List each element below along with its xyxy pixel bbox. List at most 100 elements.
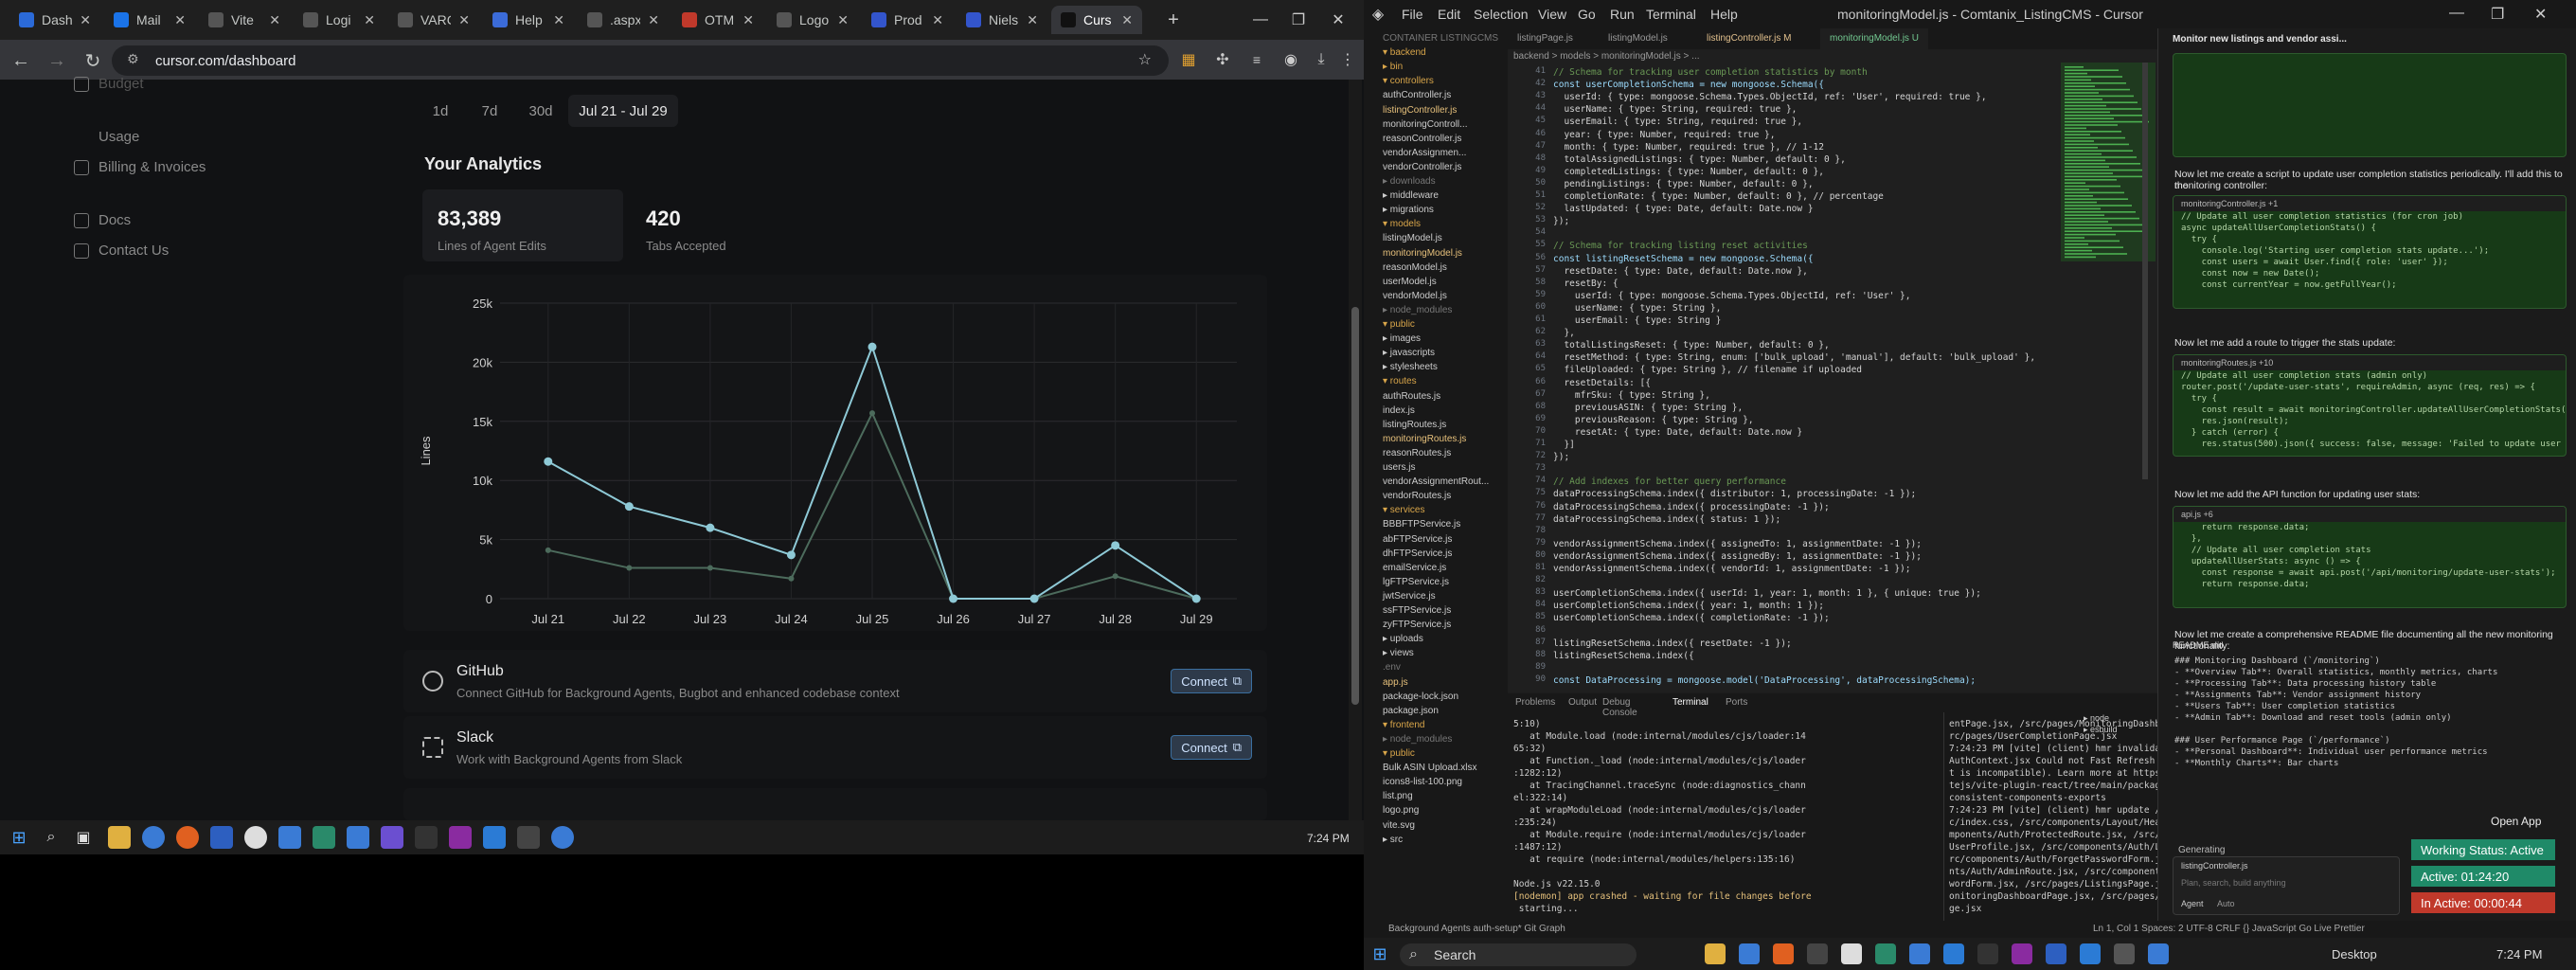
explorer-item[interactable]: ▸ javascripts bbox=[1383, 347, 1435, 360]
data-point[interactable] bbox=[868, 342, 877, 351]
explorer-item[interactable]: Bulk ASIN Upload.xlsx bbox=[1383, 762, 1477, 775]
page-scrollbar[interactable] bbox=[1349, 80, 1362, 843]
code-line[interactable]: dataProcessingSchema.index({ distributor… bbox=[1553, 488, 1916, 500]
chrome-menu-icon[interactable]: ⋮ bbox=[1339, 49, 1356, 70]
sidebar-item-usage[interactable]: Usage bbox=[74, 129, 139, 145]
media-icon[interactable]: ≡ bbox=[1246, 49, 1267, 70]
edge-icon[interactable] bbox=[278, 826, 301, 849]
explorer-item[interactable]: ▸ src bbox=[1383, 834, 1403, 847]
code-line[interactable]: dataProcessingSchema.index({ processingD… bbox=[1553, 501, 1830, 513]
teams-icon[interactable] bbox=[1943, 943, 1964, 964]
code-line[interactable]: userName: { type: String }, bbox=[1553, 302, 1721, 314]
maximize-icon[interactable]: ❐ bbox=[1284, 8, 1313, 32]
explorer-item[interactable]: dhFTPService.js bbox=[1383, 548, 1452, 561]
data-point[interactable] bbox=[626, 565, 633, 571]
code-line[interactable]: resetBy: { bbox=[1553, 278, 1618, 290]
vscode-icon[interactable] bbox=[2080, 943, 2101, 964]
explorer-item[interactable]: vite.svg bbox=[1383, 819, 1415, 833]
close-tab-icon[interactable]: ✕ bbox=[80, 12, 91, 28]
close-window-icon[interactable]: ✕ bbox=[2534, 5, 2547, 24]
explorer-item[interactable]: index.js bbox=[1383, 404, 1415, 418]
menu-view[interactable]: View bbox=[1538, 7, 1566, 22]
menu-run[interactable]: Run bbox=[1610, 7, 1635, 22]
browser-tab[interactable]: Logi ✕ bbox=[294, 6, 385, 34]
explorer-item[interactable]: ▾ services bbox=[1383, 504, 1424, 517]
firefox-icon[interactable] bbox=[176, 826, 199, 849]
explorer-item[interactable]: ▾ public bbox=[1383, 747, 1415, 761]
code-line[interactable]: userCompletionSchema.index({ completionR… bbox=[1553, 612, 1830, 624]
code-line[interactable]: resetDate: { type: Date, default: Date.n… bbox=[1553, 265, 1807, 278]
chrome-icon[interactable] bbox=[551, 826, 574, 849]
close-tab-icon[interactable]: ✕ bbox=[742, 12, 754, 28]
code-line[interactable]: userId: { type: mongoose.Schema.Types.Ob… bbox=[1553, 290, 1911, 302]
windows-start-icon[interactable]: ⊞ bbox=[1369, 943, 1390, 964]
code-line[interactable]: pendingListings: { type: Number, default… bbox=[1553, 178, 1813, 190]
browser-tab[interactable]: Curs ✕ bbox=[1051, 6, 1142, 34]
data-point[interactable] bbox=[786, 550, 796, 560]
data-point[interactable] bbox=[706, 523, 715, 532]
explorer-item[interactable]: ▾ frontend bbox=[1383, 719, 1425, 732]
vscode-icon[interactable] bbox=[483, 826, 506, 849]
panel-tab[interactable]: Ports bbox=[1726, 697, 1747, 708]
sidebar-item-budget[interactable]: Budget bbox=[74, 76, 144, 92]
extension-icon[interactable]: ▦ bbox=[1178, 49, 1199, 70]
explorer-item[interactable]: ▸ uploads bbox=[1383, 633, 1423, 646]
explorer-item[interactable]: monitoringRoutes.js bbox=[1383, 433, 1466, 446]
code-line[interactable]: resetAt: { type: Date, default: Date.now… bbox=[1553, 426, 1802, 439]
explorer-item[interactable]: .env bbox=[1383, 661, 1401, 674]
browser-tab[interactable]: Niels ✕ bbox=[957, 6, 1047, 34]
file-explorer-icon[interactable] bbox=[108, 826, 131, 849]
task-view-icon[interactable]: ▣ bbox=[72, 826, 95, 849]
code-diff-card[interactable]: api.js +6 return response.data; }, // Up… bbox=[2173, 506, 2567, 608]
explorer-item[interactable]: package.json bbox=[1383, 705, 1439, 718]
explorer-item[interactable]: vendorModel.js bbox=[1383, 290, 1447, 303]
menu-help[interactable]: Help bbox=[1710, 7, 1738, 22]
site-info-icon[interactable]: ⚙ bbox=[127, 51, 139, 67]
code-line[interactable]: listingResetSchema.index({ bbox=[1553, 650, 1694, 662]
explorer-item[interactable]: ▾ models bbox=[1383, 218, 1421, 231]
onenote-icon[interactable] bbox=[2012, 943, 2032, 964]
bookmark-star-icon[interactable]: ☆ bbox=[1138, 50, 1152, 69]
close-tab-icon[interactable]: ✕ bbox=[932, 12, 943, 28]
status-right[interactable]: Ln 1, Col 1 Spaces: 2 UTF-8 CRLF {} Java… bbox=[2093, 924, 2365, 934]
explorer-item[interactable]: vendorController.js bbox=[1383, 161, 1461, 174]
code-diff-card-partial[interactable] bbox=[2173, 53, 2567, 157]
explorer-item[interactable]: ▾ routes bbox=[1383, 375, 1417, 388]
close-tab-icon[interactable]: ✕ bbox=[174, 12, 186, 28]
minimap[interactable] bbox=[2061, 63, 2156, 261]
close-tab-icon[interactable]: ✕ bbox=[269, 12, 280, 28]
range-7d-button[interactable]: 7d bbox=[474, 95, 506, 127]
explorer-item[interactable]: reasonRoutes.js bbox=[1383, 447, 1451, 460]
close-tab-icon[interactable]: ✕ bbox=[553, 12, 564, 28]
code-line[interactable]: vendorAssignmentSchema.index({ vendorId:… bbox=[1553, 563, 1911, 575]
browser-tab[interactable]: VARC✕ bbox=[388, 6, 479, 34]
data-point[interactable] bbox=[544, 457, 553, 466]
diff-file-name[interactable]: monitoringRoutes.js +10 bbox=[2174, 355, 2566, 370]
edge-icon[interactable] bbox=[1909, 943, 1930, 964]
app-icon[interactable] bbox=[2114, 943, 2135, 964]
file-explorer-icon[interactable] bbox=[1705, 943, 1726, 964]
teams-icon[interactable] bbox=[381, 826, 403, 849]
chat-input-placeholder[interactable]: Plan, search, build anything bbox=[2181, 878, 2286, 888]
reload-icon[interactable]: ↻ bbox=[78, 45, 108, 76]
code-line[interactable]: userEmail: { type: String, required: tru… bbox=[1553, 116, 1802, 128]
search-icon[interactable]: ⌕ bbox=[40, 826, 63, 849]
explorer-item[interactable]: app.js bbox=[1383, 676, 1408, 690]
connect-github-button[interactable]: Connect ⧉ bbox=[1171, 669, 1252, 693]
range-30d-button[interactable]: 30d bbox=[521, 95, 561, 127]
code-line[interactable]: year: { type: Number, required: true }, bbox=[1553, 129, 1775, 141]
model-select[interactable]: Auto bbox=[2217, 899, 2235, 908]
minimize-icon[interactable]: — bbox=[2449, 5, 2464, 22]
data-point[interactable] bbox=[1029, 594, 1039, 603]
explorer-item[interactable]: vendorAssignmentRout... bbox=[1383, 476, 1489, 489]
code-line[interactable]: userEmail: { type: String } bbox=[1553, 314, 1721, 327]
code-line[interactable]: totalAssignedListings: { type: Number, d… bbox=[1553, 153, 1845, 166]
code-line[interactable]: previousReason: { type: String }, bbox=[1553, 414, 1754, 426]
sidebar-item-docs[interactable]: Docs bbox=[74, 212, 131, 228]
browser-tab[interactable]: Help ✕ bbox=[483, 6, 574, 34]
code-line[interactable]: vendorAssignmentSchema.index({ assignedT… bbox=[1553, 538, 1922, 550]
explorer-item[interactable]: ▸ node_modules bbox=[1383, 304, 1452, 317]
new-tab-icon[interactable]: + bbox=[1159, 8, 1188, 32]
code-line[interactable]: const listingResetSchema = new mongoose.… bbox=[1553, 253, 1814, 265]
menu-edit[interactable]: Edit bbox=[1438, 7, 1460, 22]
